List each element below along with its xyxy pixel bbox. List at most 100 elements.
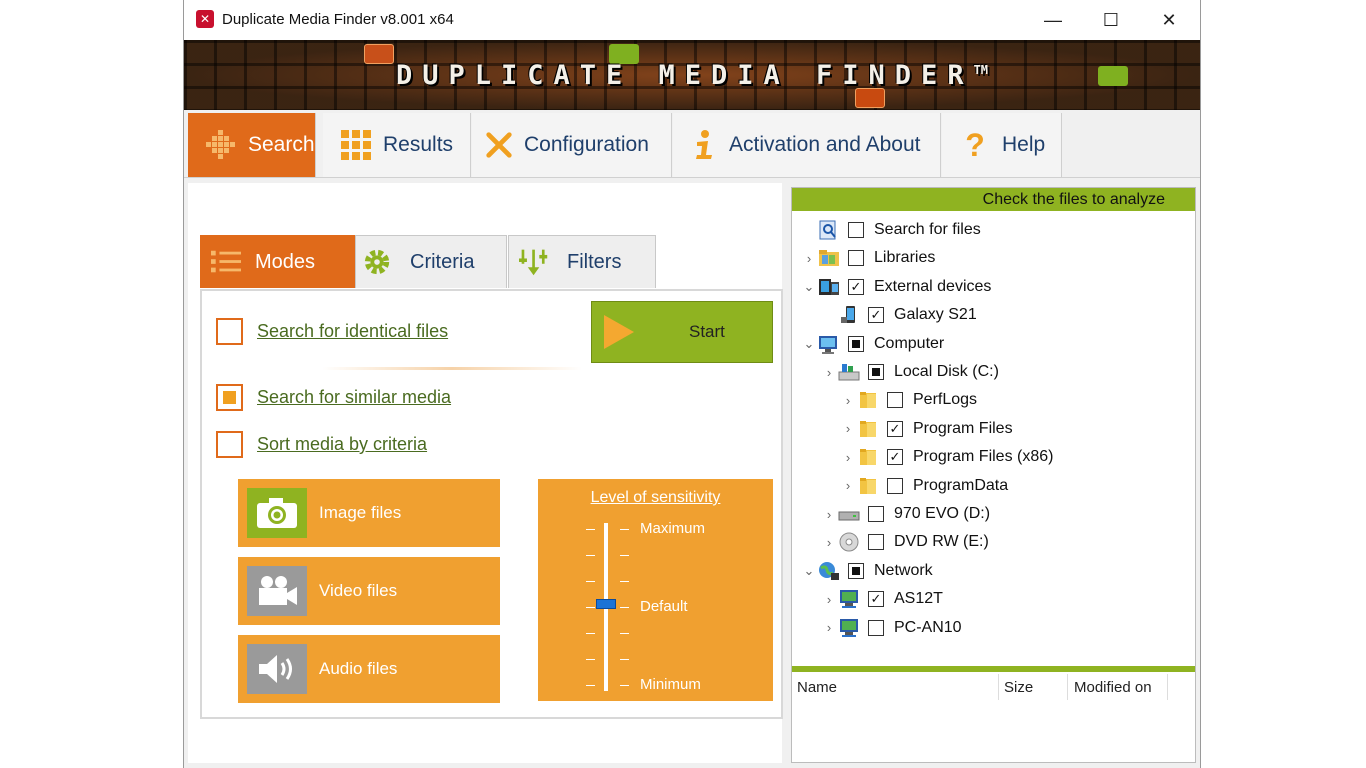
- tree-item-checkbox[interactable]: [868, 619, 884, 636]
- tab-criteria[interactable]: Criteria: [355, 235, 507, 288]
- column-size[interactable]: Size: [1004, 679, 1033, 696]
- folder-icon: [857, 390, 879, 410]
- video-camera-icon: [247, 566, 307, 616]
- tree-item-label: Network: [874, 561, 933, 579]
- tree-item[interactable]: › ✓ AS12T: [820, 585, 943, 613]
- tab-search[interactable]: Search: [188, 113, 316, 177]
- tab-help[interactable]: ? Help: [942, 113, 1062, 177]
- tree-item-label: ProgramData: [913, 476, 1009, 494]
- sensitivity-title[interactable]: Level of sensitivity: [538, 489, 773, 507]
- start-button[interactable]: Start: [591, 301, 773, 363]
- tree-item[interactable]: ⌄ ✓ External devices: [800, 273, 991, 301]
- tree-item-checkbox[interactable]: [868, 506, 884, 522]
- tree-item-checkbox[interactable]: [887, 392, 903, 409]
- collapse-chevron-icon[interactable]: ⌄: [800, 279, 818, 295]
- expand-chevron-icon[interactable]: ›: [820, 592, 838, 607]
- maximize-button[interactable]: ☐: [1088, 4, 1134, 36]
- tree-item-label: Libraries: [874, 249, 936, 267]
- expand-chevron-icon[interactable]: ›: [839, 450, 857, 465]
- tree-item-checkbox[interactable]: [868, 534, 884, 551]
- identical-files-checkbox[interactable]: [216, 318, 243, 345]
- sort-by-criteria-checkbox[interactable]: [216, 431, 243, 458]
- drive-icon: [838, 504, 860, 524]
- search-files-icon: [818, 220, 840, 240]
- image-files-toggle[interactable]: Image files: [238, 479, 500, 547]
- expand-chevron-icon[interactable]: ›: [839, 478, 857, 493]
- sort-by-criteria-option[interactable]: Sort media by criteria: [216, 431, 427, 458]
- expand-chevron-icon[interactable]: ›: [820, 365, 838, 380]
- video-files-toggle[interactable]: Video files: [238, 557, 500, 625]
- expand-chevron-icon[interactable]: ›: [839, 393, 857, 408]
- tree-item-label: Galaxy S21: [894, 306, 977, 324]
- phone-icon: [838, 305, 860, 325]
- tree-item[interactable]: › ✓ Program Files: [839, 415, 1013, 443]
- network-icon: [818, 561, 840, 581]
- tree-item-checkbox[interactable]: ✓: [868, 591, 884, 608]
- expand-chevron-icon[interactable]: ›: [820, 620, 838, 635]
- tree-item-checkbox[interactable]: [868, 364, 884, 380]
- results-grid-icon: [341, 130, 371, 160]
- audio-files-toggle[interactable]: Audio files: [238, 635, 500, 703]
- tree-item[interactable]: › DVD RW (E:): [820, 528, 989, 556]
- tree-item[interactable]: › Libraries: [800, 244, 935, 272]
- collapse-chevron-icon[interactable]: ⌄: [800, 563, 818, 579]
- close-button[interactable]: ✕: [1146, 4, 1192, 36]
- main-tab-bar: Search Results Configuration Activation …: [184, 110, 1200, 178]
- expand-chevron-icon[interactable]: ›: [820, 535, 838, 550]
- folder-icon: [857, 447, 879, 467]
- collapse-chevron-icon[interactable]: ⌄: [800, 336, 818, 352]
- tree-item-label: Computer: [874, 334, 945, 352]
- tab-modes[interactable]: Modes: [200, 235, 355, 288]
- sensitivity-panel: Level of sensitivity Maximum Default Min…: [538, 479, 773, 701]
- app-window: ✕ Duplicate Media Finder v8.001 x64 — ☐ …: [183, 0, 1201, 768]
- tree-item-label: PerfLogs: [913, 391, 978, 409]
- tree-item-checkbox[interactable]: ✓: [868, 307, 884, 324]
- tree-item-checkbox[interactable]: ✓: [848, 278, 864, 295]
- tree-item[interactable]: ✓ Galaxy S21: [820, 301, 977, 329]
- tree-item[interactable]: ⌄ Computer: [800, 330, 944, 358]
- tab-activation-about[interactable]: Activation and About: [673, 113, 941, 177]
- tree-item-label: 970 EVO (D:): [894, 505, 991, 522]
- identical-files-option[interactable]: Search for identical files: [216, 318, 448, 345]
- tree-item[interactable]: ⌄ Network: [800, 557, 933, 585]
- filter-icon: [519, 246, 549, 278]
- file-list-header: Name Size Modified on: [792, 674, 1195, 700]
- banner-title: DUPLICATE MEDIA FINDERTM: [395, 60, 989, 91]
- tree-item-label: Local Disk (C:): [894, 363, 999, 380]
- tab-configuration[interactable]: Configuration: [472, 113, 672, 177]
- gear-icon: [362, 246, 392, 278]
- minimize-button[interactable]: —: [1030, 4, 1076, 36]
- tree-item[interactable]: Search for files: [800, 216, 981, 244]
- expand-chevron-icon[interactable]: ›: [820, 507, 838, 522]
- expand-chevron-icon[interactable]: ›: [839, 421, 857, 436]
- tree-item-checkbox[interactable]: [848, 250, 864, 267]
- tree-item-checkbox[interactable]: [848, 562, 864, 579]
- column-modified[interactable]: Modified on: [1074, 679, 1152, 696]
- tree-item-checkbox[interactable]: [848, 222, 864, 238]
- tree-item[interactable]: › ProgramData: [839, 472, 1008, 500]
- tree-item-label: Program Files (x86): [913, 448, 1054, 466]
- tree-item-checkbox[interactable]: [887, 477, 903, 494]
- app-banner: DUPLICATE MEDIA FINDERTM: [184, 40, 1200, 110]
- search-panel: Modes Criteria Filters Search for identi…: [188, 183, 783, 763]
- tab-results[interactable]: Results: [323, 113, 471, 177]
- modes-panel: Search for identical files Search for si…: [200, 289, 783, 719]
- tree-item[interactable]: › PC-AN10: [820, 614, 962, 642]
- info-icon: [689, 130, 719, 160]
- tree-item[interactable]: › PerfLogs: [839, 386, 977, 414]
- similar-media-option[interactable]: Search for similar media: [216, 384, 451, 411]
- similar-media-checkbox[interactable]: [216, 384, 243, 411]
- tree-item-checkbox[interactable]: ✓: [887, 420, 903, 437]
- wrench-screwdriver-icon: [484, 130, 514, 160]
- tree-item[interactable]: › 970 EVO (D:): [820, 500, 990, 528]
- sensitivity-slider-thumb[interactable]: [596, 599, 616, 609]
- panel-separator[interactable]: [792, 666, 1195, 672]
- tab-filters[interactable]: Filters: [508, 235, 656, 288]
- expand-chevron-icon[interactable]: ›: [800, 251, 818, 266]
- tree-item[interactable]: › ✓ Program Files (x86): [839, 443, 1053, 471]
- tree-item-checkbox[interactable]: ✓: [887, 449, 903, 466]
- tree-item-label: External devices: [874, 277, 992, 295]
- tree-item[interactable]: › Local Disk (C:): [820, 358, 999, 386]
- tree-item-checkbox[interactable]: [848, 335, 864, 352]
- column-name[interactable]: Name: [797, 679, 837, 696]
